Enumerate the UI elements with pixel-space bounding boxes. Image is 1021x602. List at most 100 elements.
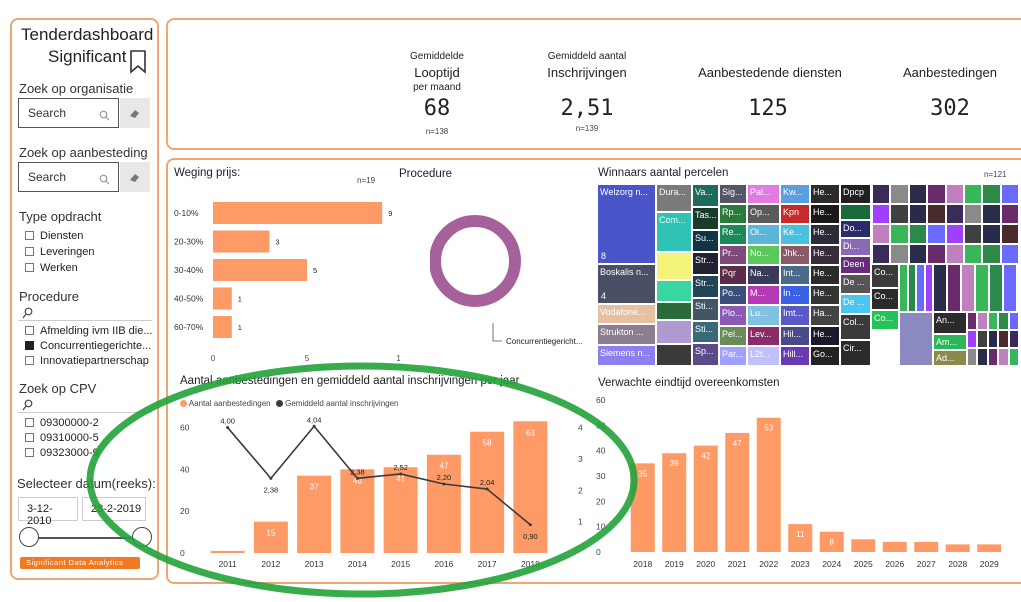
- treemap-cell[interactable]: Ha...: [810, 305, 840, 326]
- treemap-cell[interactable]: [975, 264, 989, 312]
- treemap-cell[interactable]: [1000, 224, 1020, 244]
- treemap-cell[interactable]: [927, 184, 946, 204]
- treemap-cell[interactable]: [890, 224, 909, 244]
- treemap-cell[interactable]: An...: [933, 312, 967, 334]
- treemap-cell[interactable]: Am...: [933, 334, 967, 350]
- treemap-cell[interactable]: He...: [810, 224, 840, 245]
- treemap-cell[interactable]: Lev...: [747, 325, 780, 346]
- treemap-cell[interactable]: In ...: [780, 285, 810, 306]
- treemap-cell[interactable]: Cir...: [840, 340, 871, 366]
- date-slider-track[interactable]: [30, 537, 142, 539]
- treemap-cell[interactable]: Hil...: [780, 325, 810, 346]
- treemap-cell[interactable]: [998, 348, 1009, 366]
- treemap-cell[interactable]: [982, 204, 1001, 224]
- treemap-cell[interactable]: [1000, 244, 1020, 264]
- treemap-cell[interactable]: [967, 330, 978, 348]
- treemap-cell[interactable]: Par...: [719, 345, 747, 366]
- treemap-cell[interactable]: Na...: [747, 264, 780, 286]
- treemap-cell[interactable]: Pqr: [719, 264, 747, 286]
- treemap-cell[interactable]: Kw...: [780, 184, 810, 205]
- treemap-cell[interactable]: Pr...: [719, 244, 747, 265]
- treemap-cell[interactable]: [987, 330, 999, 348]
- treemap-cell[interactable]: [977, 312, 988, 330]
- treemap-cell[interactable]: Su...: [692, 229, 719, 253]
- treemap-cell[interactable]: [840, 204, 871, 220]
- treemap-cell[interactable]: [967, 348, 978, 366]
- treemap-cell[interactable]: [947, 264, 961, 312]
- treemap-cell[interactable]: Boskalis n... 4: [597, 264, 656, 304]
- treemap-cell[interactable]: Str...: [692, 252, 719, 275]
- treemap-cell[interactable]: Sti...: [692, 297, 719, 321]
- treemap-cell[interactable]: [907, 264, 916, 312]
- treemap-cell[interactable]: Int...: [780, 264, 810, 286]
- treemap-cell[interactable]: [890, 204, 909, 224]
- treemap-cell[interactable]: [656, 280, 692, 302]
- treemap-cell[interactable]: [656, 320, 692, 344]
- treemap-cell[interactable]: [987, 312, 999, 330]
- treemap-cell[interactable]: Deen: [840, 256, 871, 274]
- procedure-item-concurrentie[interactable]: Concurrentiegerichte...: [25, 340, 151, 352]
- type-checkbox-leveringen[interactable]: Leveringen: [25, 246, 94, 258]
- treemap-cell[interactable]: Hill...: [780, 345, 810, 366]
- treemap-cell[interactable]: [872, 184, 891, 204]
- treemap-cell[interactable]: He...: [810, 264, 840, 286]
- treemap-cell[interactable]: L2t...: [747, 345, 780, 366]
- treemap-cell[interactable]: Imt...: [780, 305, 810, 326]
- treemap-cell[interactable]: [872, 224, 891, 244]
- treemap-cell[interactable]: [987, 348, 999, 366]
- treemap-cell[interactable]: Po...: [719, 285, 747, 306]
- treemap-cell[interactable]: [656, 344, 692, 366]
- treemap-cell[interactable]: De ...: [840, 294, 871, 314]
- tender-eraser-button[interactable]: [120, 162, 150, 192]
- treemap-cell[interactable]: De ...: [840, 274, 871, 294]
- treemap-cell[interactable]: He...: [810, 285, 840, 306]
- treemap-cell[interactable]: Welzorg n... 8: [597, 184, 656, 264]
- treemap-cell[interactable]: [967, 312, 978, 330]
- treemap-cell[interactable]: [872, 204, 891, 224]
- cpv-search-icon[interactable]: [22, 398, 33, 416]
- treemap-cell[interactable]: Co...: [871, 310, 899, 330]
- treemap-cell[interactable]: Co...: [871, 288, 899, 310]
- bookmark-icon[interactable]: [129, 50, 147, 79]
- treemap-cell[interactable]: [908, 184, 928, 204]
- treemap-cell[interactable]: Vodafone...: [597, 304, 656, 324]
- treemap-cell[interactable]: [1000, 184, 1020, 204]
- treemap-cell[interactable]: [982, 244, 1001, 264]
- treemap-cell[interactable]: [1008, 348, 1019, 366]
- treemap-cell[interactable]: [977, 348, 988, 366]
- treemap-cell[interactable]: [945, 244, 964, 264]
- treemap-cell[interactable]: No...: [747, 244, 780, 265]
- treemap-cell[interactable]: [924, 264, 933, 312]
- procedure-donut-slice[interactable]: [430, 215, 521, 307]
- date-slider-handle-start[interactable]: [19, 527, 39, 547]
- treemap-cell[interactable]: [964, 224, 983, 244]
- org-eraser-button[interactable]: [120, 98, 150, 128]
- date-slider-handle-end[interactable]: [132, 527, 152, 547]
- date-from-input[interactable]: 3-12-2010: [18, 497, 78, 527]
- treemap-cell[interactable]: [945, 184, 964, 204]
- org-search-input[interactable]: Search: [18, 98, 119, 128]
- treemap-cell[interactable]: [977, 330, 988, 348]
- type-checkbox-werken[interactable]: Werken: [25, 262, 78, 274]
- treemap-cell[interactable]: Strukton ...: [597, 324, 656, 345]
- treemap-cell[interactable]: Plo...: [719, 305, 747, 326]
- treemap-cell[interactable]: Ad...: [933, 350, 967, 366]
- treemap-cell[interactable]: Va...: [692, 184, 719, 207]
- procedure-search-icon[interactable]: [22, 306, 33, 324]
- treemap-cell[interactable]: Lu...: [747, 305, 780, 326]
- treemap-cell[interactable]: Str...: [692, 275, 719, 298]
- tender-search-input[interactable]: Search: [18, 162, 119, 192]
- treemap-cell[interactable]: [998, 312, 1009, 330]
- treemap-cell[interactable]: Re...: [719, 224, 747, 245]
- treemap-cell[interactable]: Sti...: [692, 320, 719, 344]
- treemap-cell[interactable]: [916, 264, 925, 312]
- treemap-cell[interactable]: [1008, 312, 1019, 330]
- treemap-cell[interactable]: Op...: [747, 204, 780, 225]
- treemap-cell[interactable]: [945, 224, 964, 244]
- treemap-cell[interactable]: He...: [810, 244, 840, 265]
- treemap-cell[interactable]: Pel...: [719, 325, 747, 346]
- treemap-cell[interactable]: Co...: [871, 264, 899, 288]
- procedure-item-afmelding[interactable]: Afmelding ivm IIB die...: [25, 325, 153, 337]
- treemap-cell[interactable]: [927, 224, 946, 244]
- treemap-cell[interactable]: [964, 184, 983, 204]
